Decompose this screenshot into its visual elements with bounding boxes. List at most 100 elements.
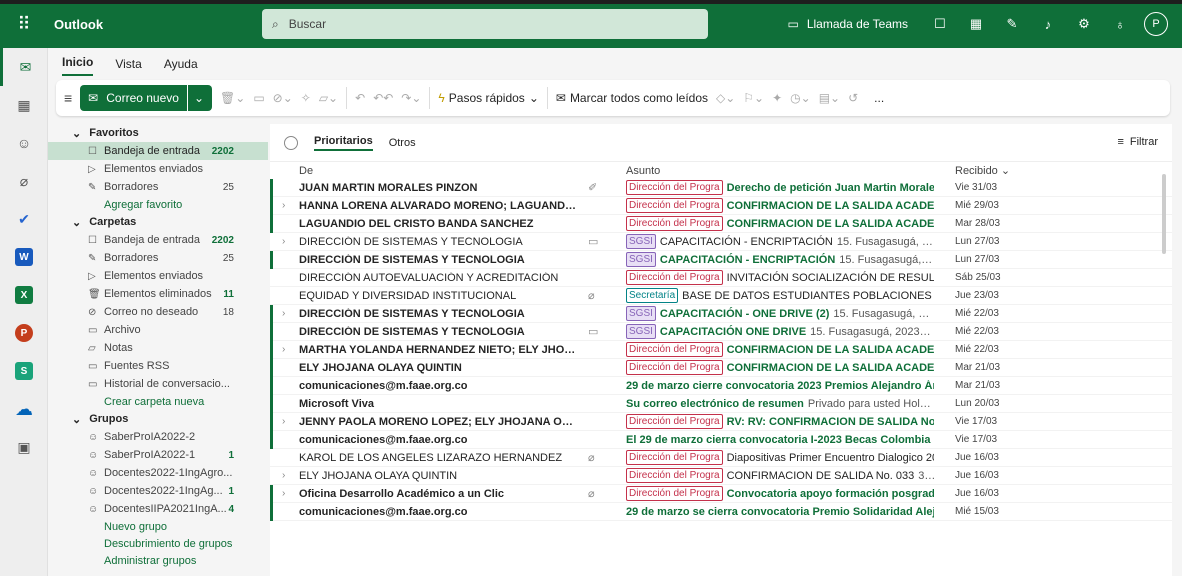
reply-icon[interactable]: ↶ <box>355 91 365 105</box>
new-mail-dropdown-icon[interactable]: ⌄ <box>186 85 204 111</box>
chevron-right-icon[interactable]: › <box>282 308 285 319</box>
todo-icon[interactable]: ✔ <box>0 200 48 238</box>
table-row[interactable]: › HANNA LORENA ALVARADO MORENO; LAGUANDIO… <box>270 197 1172 215</box>
app-launcher-icon[interactable]: ⠿ <box>0 0 48 48</box>
more-apps-icon[interactable]: ▣ <box>0 428 48 466</box>
mail-icon[interactable]: ✉ <box>0 48 48 86</box>
category-tag[interactable]: Dirección del Progra <box>626 198 723 213</box>
sweep-icon[interactable]: ✧ <box>301 91 311 105</box>
mark-all-read-button[interactable]: ✉ Marcar todos como leídos <box>556 91 708 105</box>
group-item[interactable]: ☺ DocentesIIPA2021IngA... 4 <box>48 500 268 518</box>
archive-icon[interactable]: ▭ <box>253 91 264 105</box>
table-row[interactable]: comunicaciones@m.faae.org.co El 29 de mar… <box>270 431 1172 449</box>
col-subject[interactable]: Asunto <box>626 165 660 177</box>
forward-icon[interactable]: ↷⌄ <box>401 91 421 105</box>
category-tag[interactable]: SGSI <box>626 252 656 267</box>
chevron-right-icon[interactable]: › <box>282 344 285 355</box>
table-row[interactable]: DIRECCIÓN AUTOEVALUACIÓN Y ACREDITACIÓN D… <box>270 269 1172 287</box>
new-group-link[interactable]: Nuevo grupo <box>48 518 268 535</box>
category-tag[interactable]: Dirección del Progra <box>626 270 723 285</box>
move-icon[interactable]: ▱⌄ <box>319 91 338 105</box>
report-icon[interactable]: ⊘⌄ <box>273 91 293 105</box>
category-tag[interactable]: Dirección del Progra <box>626 486 723 501</box>
tab-focused[interactable]: Prioritarios <box>314 135 373 151</box>
category-tag[interactable]: Dirección del Progra <box>626 468 723 483</box>
snooze-icon[interactable]: ◷⌄ <box>790 91 811 105</box>
lightbulb-icon[interactable]: ♁ <box>1102 6 1138 42</box>
onedrive-icon[interactable]: ☁ <box>0 390 48 428</box>
create-folder-link[interactable]: Crear carpeta nueva <box>48 393 268 410</box>
chevron-right-icon[interactable]: › <box>282 470 285 481</box>
delete-icon[interactable]: 🗑⌄ <box>220 91 245 105</box>
favorites-header[interactable]: ⌄ Favoritos <box>48 124 268 142</box>
flag-icon[interactable]: ⚐⌄ <box>743 91 764 105</box>
tab-inicio[interactable]: Inicio <box>62 55 94 76</box>
chevron-right-icon[interactable]: › <box>282 200 285 211</box>
undo-icon[interactable]: ↺ <box>848 91 858 105</box>
folder-rss[interactable]: ▭ Fuentes RSS <box>48 357 268 375</box>
category-tag[interactable]: Dirección del Progra <box>626 450 723 465</box>
table-row[interactable]: › Oficina Desarrollo Académico a un Clic ⌀… <box>270 485 1172 503</box>
manage-groups-link[interactable]: Administrar grupos <box>48 552 268 569</box>
category-tag[interactable]: Dirección del Progra <box>626 180 723 195</box>
folders-header[interactable]: ⌄ Carpetas <box>48 213 268 231</box>
table-row[interactable]: › JENNY PAOLA MORENO LOPEZ; ELY JHOJANA O… <box>270 413 1172 431</box>
add-favorite-link[interactable]: Agregar favorito <box>48 196 268 213</box>
select-all-icon[interactable] <box>284 135 298 150</box>
office-icon[interactable]: ▦ <box>958 6 994 42</box>
rules-icon[interactable]: ▤⌄ <box>819 91 840 105</box>
search-box[interactable]: ⌕ Buscar <box>262 9 708 39</box>
chevron-right-icon[interactable]: › <box>282 416 285 427</box>
word-icon[interactable]: W <box>0 238 48 276</box>
table-row[interactable]: LAGUANDIO DEL CRISTO BANDA SANCHEZ Direcc… <box>270 215 1172 233</box>
powerpoint-icon[interactable]: P <box>0 314 48 352</box>
reply-all-icon[interactable]: ↶↶ <box>373 91 393 105</box>
category-tag[interactable]: Dirección del Progra <box>626 414 723 429</box>
table-row[interactable]: Microsoft Viva Su correo electrónico de r… <box>270 395 1172 413</box>
table-row[interactable]: ELY JHOJANA OLAYA QUINTIN Dirección del P… <box>270 359 1172 377</box>
favorite-sent[interactable]: ▷ Elementos enviados <box>48 160 268 178</box>
pin-icon[interactable]: ✦ <box>772 91 782 105</box>
excel-icon[interactable]: X <box>0 276 48 314</box>
gear-icon[interactable]: ⚙ <box>1066 6 1102 42</box>
search-input[interactable]: Buscar <box>289 17 326 31</box>
calendar-icon[interactable]: ▦ <box>0 86 48 124</box>
chevron-right-icon[interactable]: › <box>282 236 285 247</box>
scrollbar[interactable] <box>1162 174 1166 254</box>
folder-deleted[interactable]: 🗑 Elementos eliminados 11 <box>48 285 268 303</box>
quick-steps-button[interactable]: ϟ Pasos rápidos ⌄ <box>438 91 538 105</box>
teams-call-button[interactable]: ▭ Llamada de Teams <box>773 17 922 31</box>
new-mail-button[interactable]: ✉ Correo nuevo ⌄ <box>80 85 213 111</box>
table-row[interactable]: › ELY JHOJANA OLAYA QUINTIN Dirección del … <box>270 467 1172 485</box>
category-tag[interactable]: SGSI <box>626 234 656 249</box>
favorite-drafts[interactable]: ✎ Borradores 25 <box>48 178 268 196</box>
category-tag[interactable]: SGSI <box>626 324 656 339</box>
category-tag[interactable]: SGSI <box>626 306 656 321</box>
groups-header[interactable]: ⌄ Grupos <box>48 410 268 428</box>
category-tag[interactable]: Secretaría <box>626 288 679 303</box>
app-name[interactable]: Outlook <box>48 17 262 32</box>
tab-other[interactable]: Otros <box>389 137 416 149</box>
table-row[interactable]: › DIRECCIÓN DE SISTEMAS Y TECNOLOGIA SGSI C… <box>270 305 1172 323</box>
more-options-button[interactable]: ... <box>874 91 884 105</box>
col-from[interactable]: De <box>299 165 313 177</box>
chat-icon[interactable]: ☐ <box>922 6 958 42</box>
feedback-icon[interactable]: ✎ <box>994 6 1030 42</box>
category-tag[interactable]: Dirección del Progra <box>626 216 723 231</box>
folder-inbox[interactable]: ☐ Bandeja de entrada 2202 <box>48 231 268 249</box>
table-row[interactable]: comunicaciones@m.faae.org.co 29 de marzo … <box>270 503 1172 521</box>
group-item[interactable]: ☺ Docentes2022-1IngAgro... <box>48 464 268 482</box>
folder-drafts[interactable]: ✎ Borradores 25 <box>48 249 268 267</box>
group-item[interactable]: ☺ SaberProIA2022-2 <box>48 428 268 446</box>
folder-history[interactable]: ▭ Historial de conversacio... <box>48 375 268 393</box>
favorite-inbox[interactable]: ☐ Bandeja de entrada 2202 <box>48 142 268 160</box>
tab-ayuda[interactable]: Ayuda <box>164 57 198 76</box>
folder-notes[interactable]: ▱ Notas <box>48 339 268 357</box>
category-tag[interactable]: Dirección del Progra <box>626 360 723 375</box>
group-item[interactable]: ☺ SaberProIA2022-1 1 <box>48 446 268 464</box>
col-received[interactable]: Recibido ⌄ <box>955 164 1010 177</box>
tab-vista[interactable]: Vista <box>115 57 141 76</box>
table-row[interactable]: EQUIDAD Y DIVERSIDAD INSTITUCIONAL ⌀ Secre… <box>270 287 1172 305</box>
table-row[interactable]: DIRECCIÓN DE SISTEMAS Y TECNOLOGIA SGSI CA… <box>270 251 1172 269</box>
table-row[interactable]: DIRECCIÓN DE SISTEMAS Y TECNOLOGIA ▭ SGSI C… <box>270 323 1172 341</box>
